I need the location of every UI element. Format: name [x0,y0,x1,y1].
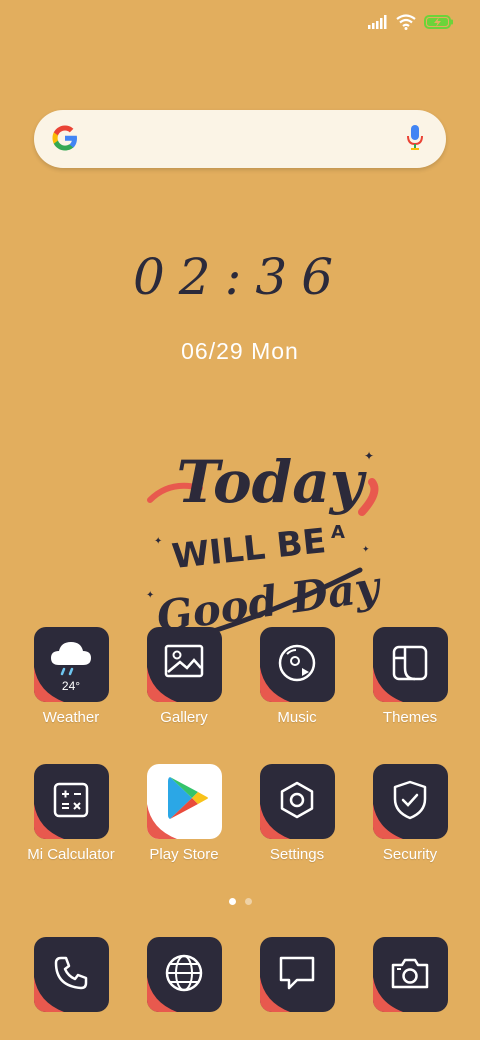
app-gallery[interactable]: Gallery [124,627,244,726]
app-label: Weather [42,709,100,726]
app-themes[interactable]: Themes [350,627,470,726]
app-label: Play Store [149,846,219,863]
weather-temp: 24° [61,679,81,693]
camera-tile[interactable] [372,937,448,1012]
svg-text:✦: ✦ [146,590,154,601]
svg-text:✦: ✦ [364,449,374,463]
svg-text:✦: ✦ [154,536,162,547]
clock-widget[interactable]: 02:36 [0,248,480,306]
app-mi-calculator[interactable]: Mi Calculator [11,764,131,863]
app-label: Settings [269,846,325,863]
cloud-rain-icon [51,641,91,675]
status-bar [368,10,454,34]
app-label: Music [277,709,317,726]
svg-text:✦: ✦ [362,544,370,554]
wifi-icon [396,14,416,30]
app-settings[interactable]: Settings [237,764,357,863]
phone-icon [54,956,88,989]
app-music[interactable]: Music [237,627,357,726]
date-widget: 06/29 Mon [0,338,480,365]
play-store-icon [168,776,208,819]
wallpaper-lettering-art: Today WILL BE A Good Day ✦ ✦ ✦ ✦ [146,448,385,647]
art-line-will-be: WILL BE [170,521,328,577]
page-dot-2[interactable] [244,898,252,905]
shield-check-icon [393,780,427,819]
themes-icon [392,645,428,680]
page-dot-1[interactable] [228,898,236,905]
dock-messaging[interactable] [237,937,357,1012]
settings-tile[interactable] [259,764,335,839]
art-line-a: A [331,522,345,543]
browser-tile[interactable] [146,937,222,1012]
dock-camera[interactable] [350,937,470,1012]
play-store-tile[interactable] [146,764,222,839]
app-label: Mi Calculator [27,846,115,863]
app-weather[interactable]: 24° Weather [11,627,131,726]
security-tile[interactable] [372,764,448,839]
app-label: Gallery [160,709,208,726]
messaging-tile[interactable] [259,937,335,1012]
calculator-tile[interactable] [33,764,109,839]
weekday-text: Mon [251,338,299,364]
gallery-tile[interactable] [146,627,222,702]
google-search-bar[interactable] [34,110,446,168]
hexagon-gear-icon [280,781,314,818]
app-play-store[interactable]: Play Store [124,764,244,863]
camera-icon [391,958,429,988]
mic-icon[interactable] [406,124,424,152]
date-text: 06/29 [181,338,244,364]
page-indicator[interactable] [0,898,480,905]
dock-phone[interactable] [11,937,131,1012]
art-line-today: Today [176,448,367,516]
phone-tile[interactable] [33,937,109,1012]
signal-icon [368,15,387,29]
calculator-icon [53,782,89,817]
image-icon [164,644,204,677]
battery-charging-icon [424,15,453,29]
dock-browser[interactable] [124,937,244,1012]
globe-icon [165,954,203,991]
app-label: Security [382,846,438,863]
message-icon [279,956,315,989]
music-tile[interactable] [259,627,335,702]
music-disc-icon [278,644,316,681]
weather-tile[interactable]: 24° [33,627,109,702]
app-security[interactable]: Security [350,764,470,863]
themes-tile[interactable] [372,627,448,702]
app-label: Themes [382,709,438,726]
google-g-icon [52,125,77,151]
